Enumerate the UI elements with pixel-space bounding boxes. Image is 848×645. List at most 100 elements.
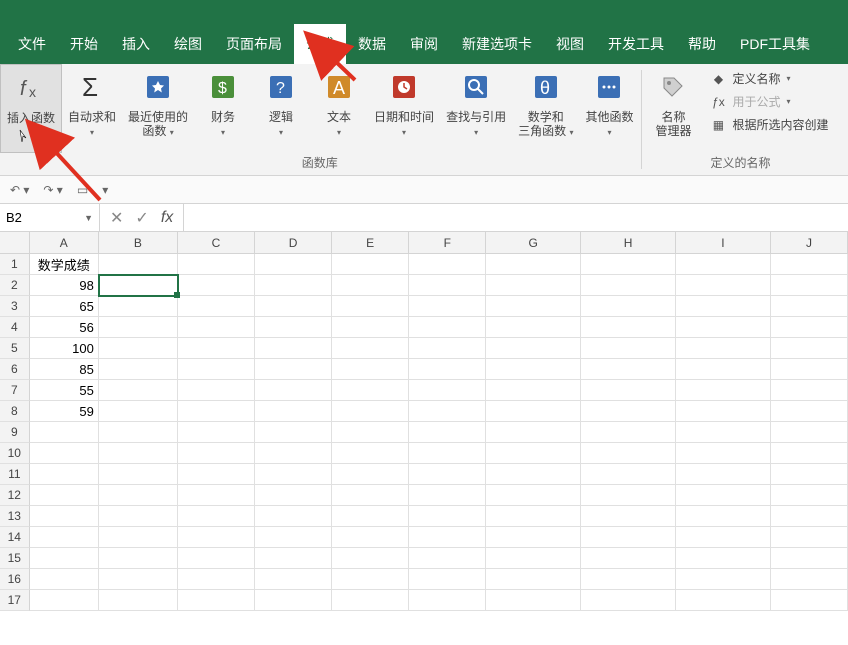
cell-D14[interactable] — [255, 527, 332, 548]
cell-E13[interactable] — [332, 506, 409, 527]
cell-I9[interactable] — [676, 422, 771, 443]
cell-D5[interactable] — [255, 338, 332, 359]
cell-J7[interactable] — [771, 380, 848, 401]
cell-I8[interactable] — [676, 401, 771, 422]
cell-A7[interactable]: 55 — [30, 380, 99, 401]
cell-E2[interactable] — [332, 275, 409, 296]
qat-more-button[interactable]: ▾ — [102, 183, 108, 197]
datetime-button[interactable]: 日期和时间▾ — [368, 64, 440, 153]
tab-file[interactable]: 文件 — [6, 24, 58, 64]
cell-E3[interactable] — [332, 296, 409, 317]
cell-F9[interactable] — [409, 422, 486, 443]
tab-view[interactable]: 视图 — [544, 24, 596, 64]
cell-J13[interactable] — [771, 506, 848, 527]
cell-A5[interactable]: 100 — [30, 338, 99, 359]
cell-G4[interactable] — [486, 317, 581, 338]
create-from-selection-button[interactable]: ▦ 根据所选内容创建 — [710, 116, 828, 133]
cell-F5[interactable] — [409, 338, 486, 359]
cell-D8[interactable] — [255, 401, 332, 422]
col-head-B[interactable]: B — [99, 232, 178, 253]
name-box[interactable]: B2 ▼ — [0, 204, 100, 231]
recent-functions-button[interactable]: 最近使用的 函数 ▾ — [122, 64, 194, 153]
cell-A2[interactable]: 98 — [30, 275, 99, 296]
cell-A15[interactable] — [30, 548, 99, 569]
tab-draw[interactable]: 绘图 — [162, 24, 214, 64]
cell-E17[interactable] — [332, 590, 409, 611]
cell-E4[interactable] — [332, 317, 409, 338]
cell-H10[interactable] — [581, 443, 676, 464]
cell-E15[interactable] — [332, 548, 409, 569]
cell-I6[interactable] — [676, 359, 771, 380]
col-head-C[interactable]: C — [178, 232, 255, 253]
cell-A1[interactable]: 数学成绩 — [30, 254, 99, 275]
cell-F1[interactable] — [409, 254, 486, 275]
cell-G8[interactable] — [486, 401, 581, 422]
cell-C13[interactable] — [178, 506, 255, 527]
more-functions-button[interactable]: 其他函数▾ — [579, 64, 639, 153]
cell-J2[interactable] — [771, 275, 848, 296]
cell-D4[interactable] — [255, 317, 332, 338]
cell-B2[interactable] — [99, 275, 178, 296]
cell-D11[interactable] — [255, 464, 332, 485]
cell-A3[interactable]: 65 — [30, 296, 99, 317]
cell-F3[interactable] — [409, 296, 486, 317]
cell-C3[interactable] — [178, 296, 255, 317]
cell-I2[interactable] — [676, 275, 771, 296]
cell-C14[interactable] — [178, 527, 255, 548]
cell-J4[interactable] — [771, 317, 848, 338]
col-head-J[interactable]: J — [771, 232, 848, 253]
row-head[interactable]: 17 — [0, 590, 30, 611]
cell-F15[interactable] — [409, 548, 486, 569]
cell-I1[interactable] — [676, 254, 771, 275]
cell-J11[interactable] — [771, 464, 848, 485]
row-head[interactable]: 9 — [0, 422, 30, 443]
cell-B8[interactable] — [99, 401, 178, 422]
cell-I14[interactable] — [676, 527, 771, 548]
cell-H13[interactable] — [581, 506, 676, 527]
cell-A10[interactable] — [30, 443, 99, 464]
cell-A16[interactable] — [30, 569, 99, 590]
cell-H14[interactable] — [581, 527, 676, 548]
cell-E10[interactable] — [332, 443, 409, 464]
cell-D17[interactable] — [255, 590, 332, 611]
cell-E1[interactable] — [332, 254, 409, 275]
cell-G13[interactable] — [486, 506, 581, 527]
col-head-G[interactable]: G — [486, 232, 581, 253]
cell-D2[interactable] — [255, 275, 332, 296]
col-head-A[interactable]: A — [30, 232, 99, 253]
cell-I3[interactable] — [676, 296, 771, 317]
cell-H16[interactable] — [581, 569, 676, 590]
cell-I11[interactable] — [676, 464, 771, 485]
cell-H12[interactable] — [581, 485, 676, 506]
cell-C9[interactable] — [178, 422, 255, 443]
cell-H9[interactable] — [581, 422, 676, 443]
tab-review[interactable]: 审阅 — [398, 24, 450, 64]
cell-G14[interactable] — [486, 527, 581, 548]
cell-G16[interactable] — [486, 569, 581, 590]
cell-E9[interactable] — [332, 422, 409, 443]
cell-F16[interactable] — [409, 569, 486, 590]
cell-B10[interactable] — [99, 443, 178, 464]
cell-H1[interactable] — [581, 254, 676, 275]
cell-C11[interactable] — [178, 464, 255, 485]
cell-C8[interactable] — [178, 401, 255, 422]
cell-G11[interactable] — [486, 464, 581, 485]
cell-G15[interactable] — [486, 548, 581, 569]
cell-A4[interactable]: 56 — [30, 317, 99, 338]
cell-D16[interactable] — [255, 569, 332, 590]
cell-E14[interactable] — [332, 527, 409, 548]
formula-input[interactable] — [184, 204, 848, 231]
cell-C4[interactable] — [178, 317, 255, 338]
cell-J5[interactable] — [771, 338, 848, 359]
tab-pagelayout[interactable]: 页面布局 — [214, 24, 294, 64]
cell-F2[interactable] — [409, 275, 486, 296]
row-head[interactable]: 8 — [0, 401, 30, 422]
cell-F11[interactable] — [409, 464, 486, 485]
cell-C10[interactable] — [178, 443, 255, 464]
cell-B4[interactable] — [99, 317, 178, 338]
cell-H2[interactable] — [581, 275, 676, 296]
cell-F17[interactable] — [409, 590, 486, 611]
cell-D3[interactable] — [255, 296, 332, 317]
cell-B15[interactable] — [99, 548, 178, 569]
cell-H5[interactable] — [581, 338, 676, 359]
